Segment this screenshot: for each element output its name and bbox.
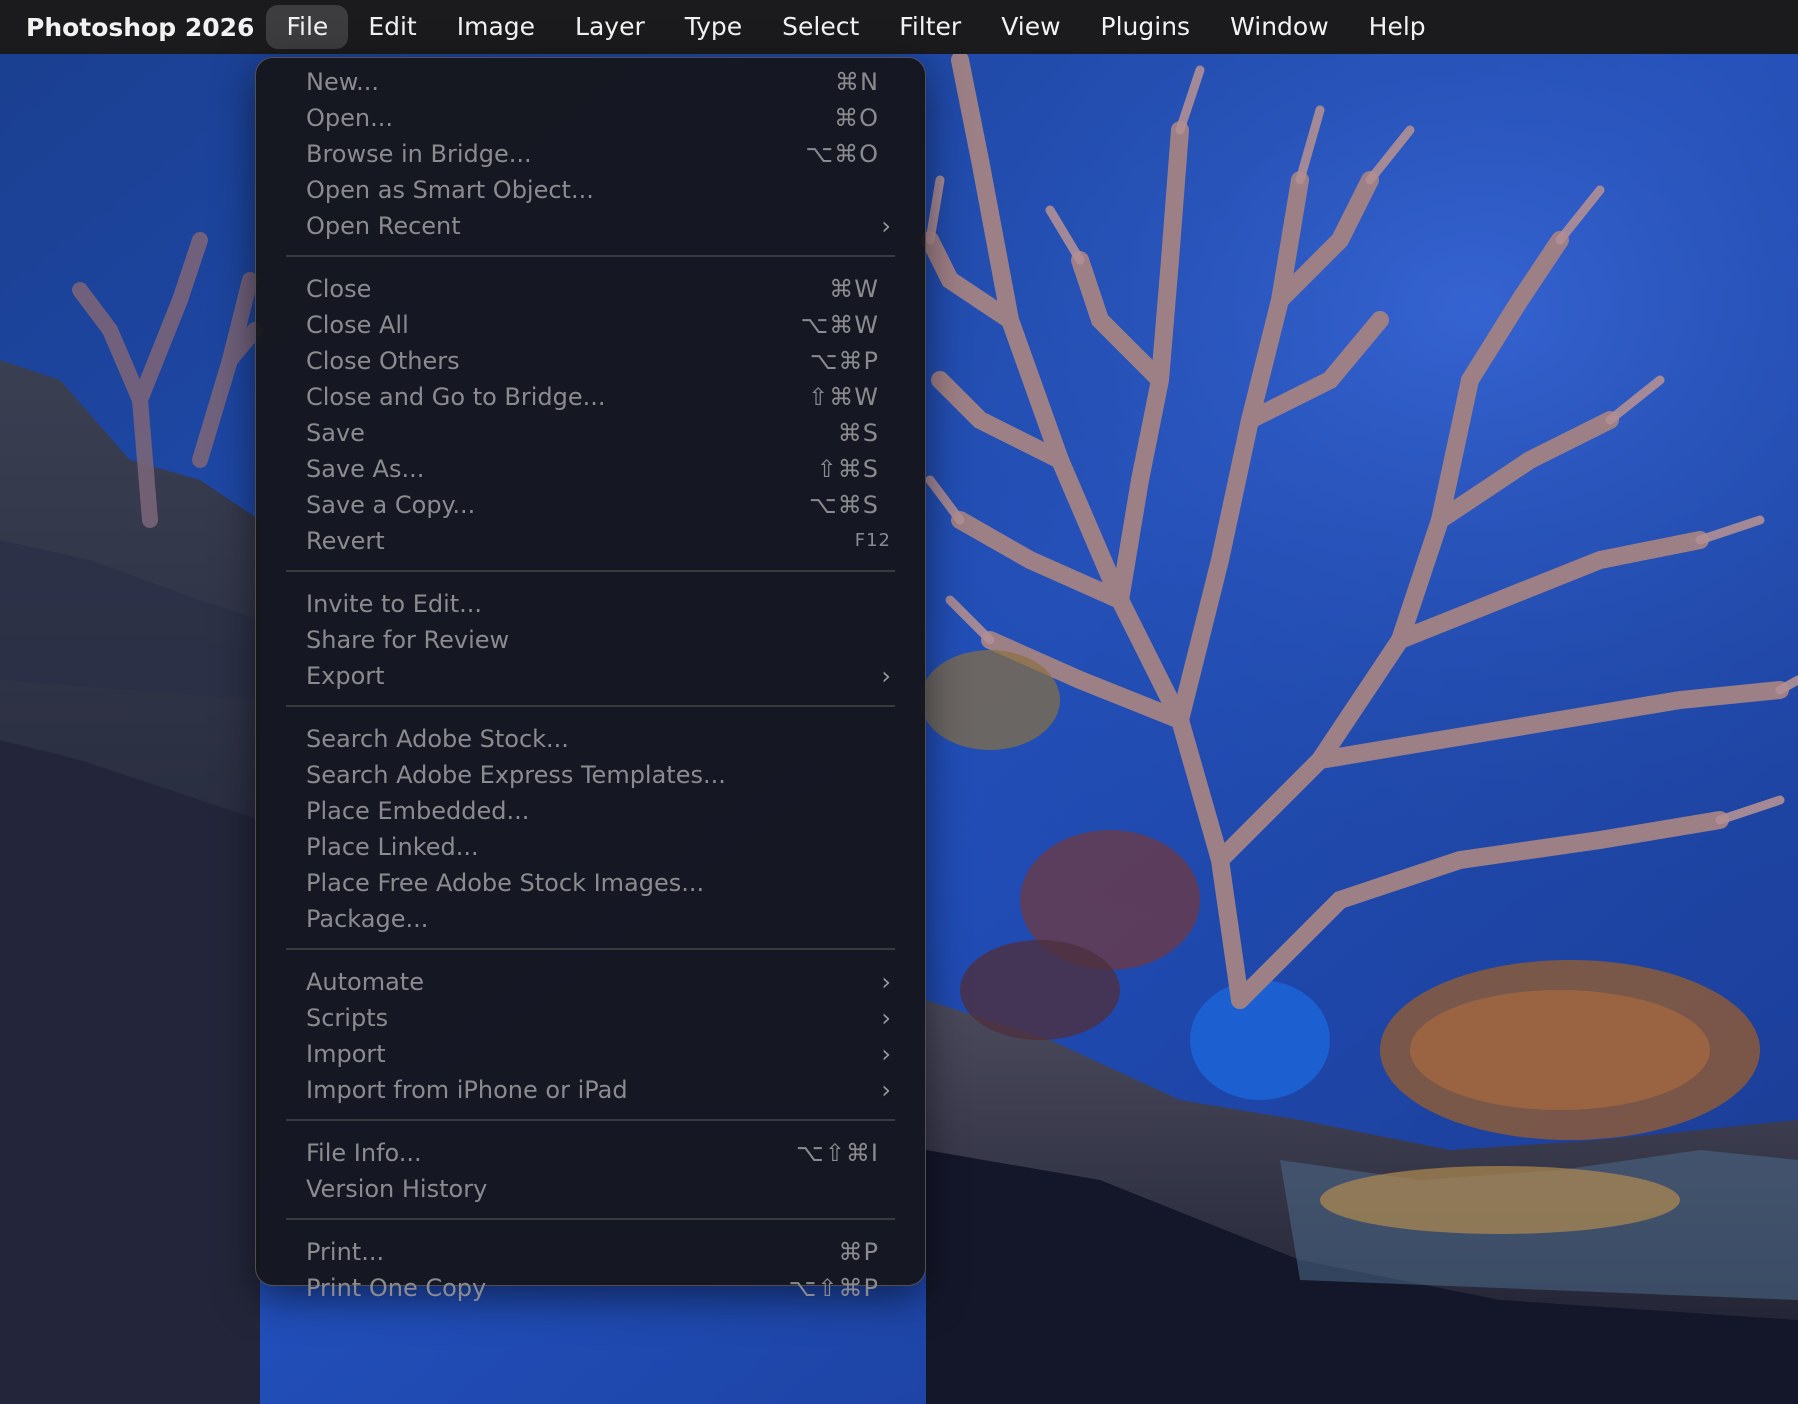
shortcut-label: ⇧⌘S	[816, 455, 879, 483]
menu-separator	[286, 705, 895, 707]
shortcut-label: ⌥⌘W	[800, 311, 879, 339]
menu-select[interactable]: Select	[762, 5, 879, 49]
menu-file[interactable]: File	[266, 5, 349, 49]
menu-item-place-free-adobe-stock-images[interactable]: Place Free Adobe Stock Images...	[260, 865, 921, 901]
shortcut-label: F12	[854, 530, 891, 551]
shortcut-label: ⌥⇧⌘P	[788, 1274, 879, 1302]
menu-item-search-adobe-stock[interactable]: Search Adobe Stock...	[260, 721, 921, 757]
shortcut-label: ⇧⌘W	[808, 383, 879, 411]
menu-item-import-from-iphone-or-ipad[interactable]: Import from iPhone or iPad ›	[260, 1072, 921, 1108]
chevron-right-icon: ›	[881, 1076, 891, 1104]
menu-help[interactable]: Help	[1349, 5, 1446, 49]
screen: Photoshop 2026 File Edit Image Layer Typ…	[0, 0, 1798, 1404]
file-menu-dropdown: New... ⌘N Open... ⌘O Browse in Bridge... ⌥⌘…	[255, 57, 926, 1302]
menu-item-place-embedded[interactable]: Place Embedded...	[260, 793, 921, 829]
menu-item-close[interactable]: Close ⌘W	[260, 271, 921, 307]
menu-separator	[286, 948, 895, 950]
chevron-right-icon: ›	[881, 1040, 891, 1068]
menu-item-save-as[interactable]: Save As... ⇧⌘S	[260, 451, 921, 487]
menu-filter[interactable]: Filter	[879, 5, 981, 49]
shortcut-label: ⌥⇧⌘I	[796, 1139, 879, 1167]
shortcut-label: ⌘N	[835, 68, 879, 96]
menu-item-share-for-review[interactable]: Share for Review	[260, 622, 921, 658]
menu-separator	[286, 1119, 895, 1121]
chevron-right-icon: ›	[881, 1004, 891, 1032]
menu-item-open-recent[interactable]: Open Recent ›	[260, 208, 921, 244]
chevron-right-icon: ›	[881, 212, 891, 240]
menu-bar: Photoshop 2026 File Edit Image Layer Typ…	[0, 0, 1798, 54]
menu-item-new[interactable]: New... ⌘N	[260, 64, 921, 100]
shortcut-label: ⌥⌘O	[805, 140, 879, 168]
menu-item-print[interactable]: Print... ⌘P	[260, 1234, 921, 1270]
menu-item-close-others[interactable]: Close Others ⌥⌘P	[260, 343, 921, 379]
menu-item-file-info[interactable]: File Info... ⌥⇧⌘I	[260, 1135, 921, 1171]
menu-item-browse-in-bridge[interactable]: Browse in Bridge... ⌥⌘O	[260, 136, 921, 172]
shortcut-label: ⌘S	[837, 419, 879, 447]
menu-edit[interactable]: Edit	[348, 5, 436, 49]
shortcut-label: ⌘W	[829, 275, 879, 303]
menu-item-open[interactable]: Open... ⌘O	[260, 100, 921, 136]
menu-item-package[interactable]: Package...	[260, 901, 921, 937]
menu-item-save-a-copy[interactable]: Save a Copy... ⌥⌘S	[260, 487, 921, 523]
menu-item-close-and-go-to-bridge[interactable]: Close and Go to Bridge... ⇧⌘W	[260, 379, 921, 415]
menu-item-search-adobe-express-templates[interactable]: Search Adobe Express Templates...	[260, 757, 921, 793]
menu-item-revert[interactable]: Revert F12	[260, 523, 921, 559]
app-menu[interactable]: Photoshop 2026	[26, 13, 254, 42]
menu-image[interactable]: Image	[437, 5, 555, 49]
menu-separator	[286, 255, 895, 257]
menu-item-automate[interactable]: Automate ›	[260, 964, 921, 1000]
shortcut-label: ⌥⌘P	[809, 347, 879, 375]
chevron-right-icon: ›	[881, 662, 891, 690]
menu-separator	[286, 1218, 895, 1220]
menu-item-scripts[interactable]: Scripts ›	[260, 1000, 921, 1036]
menu-type[interactable]: Type	[665, 5, 762, 49]
menu-item-version-history[interactable]: Version History	[260, 1171, 921, 1207]
menu-item-print-one-copy[interactable]: Print One Copy ⌥⇧⌘P	[260, 1270, 921, 1306]
chevron-right-icon: ›	[881, 968, 891, 996]
menu-item-save[interactable]: Save ⌘S	[260, 415, 921, 451]
menu-item-close-all[interactable]: Close All ⌥⌘W	[260, 307, 921, 343]
menu-separator	[286, 570, 895, 572]
menu-item-import[interactable]: Import ›	[260, 1036, 921, 1072]
menu-item-place-linked[interactable]: Place Linked...	[260, 829, 921, 865]
menu-item-export[interactable]: Export ›	[260, 658, 921, 694]
menu-item-open-as-smart-object[interactable]: Open as Smart Object...	[260, 172, 921, 208]
menu-item-invite-to-edit[interactable]: Invite to Edit...	[260, 586, 921, 622]
menu-layer[interactable]: Layer	[555, 5, 665, 49]
menu-view[interactable]: View	[981, 5, 1080, 49]
menu-plugins[interactable]: Plugins	[1081, 5, 1211, 49]
shortcut-label: ⌘P	[838, 1238, 879, 1266]
menu-window[interactable]: Window	[1210, 5, 1349, 49]
shortcut-label: ⌥⌘S	[809, 491, 879, 519]
shortcut-label: ⌘O	[834, 104, 879, 132]
